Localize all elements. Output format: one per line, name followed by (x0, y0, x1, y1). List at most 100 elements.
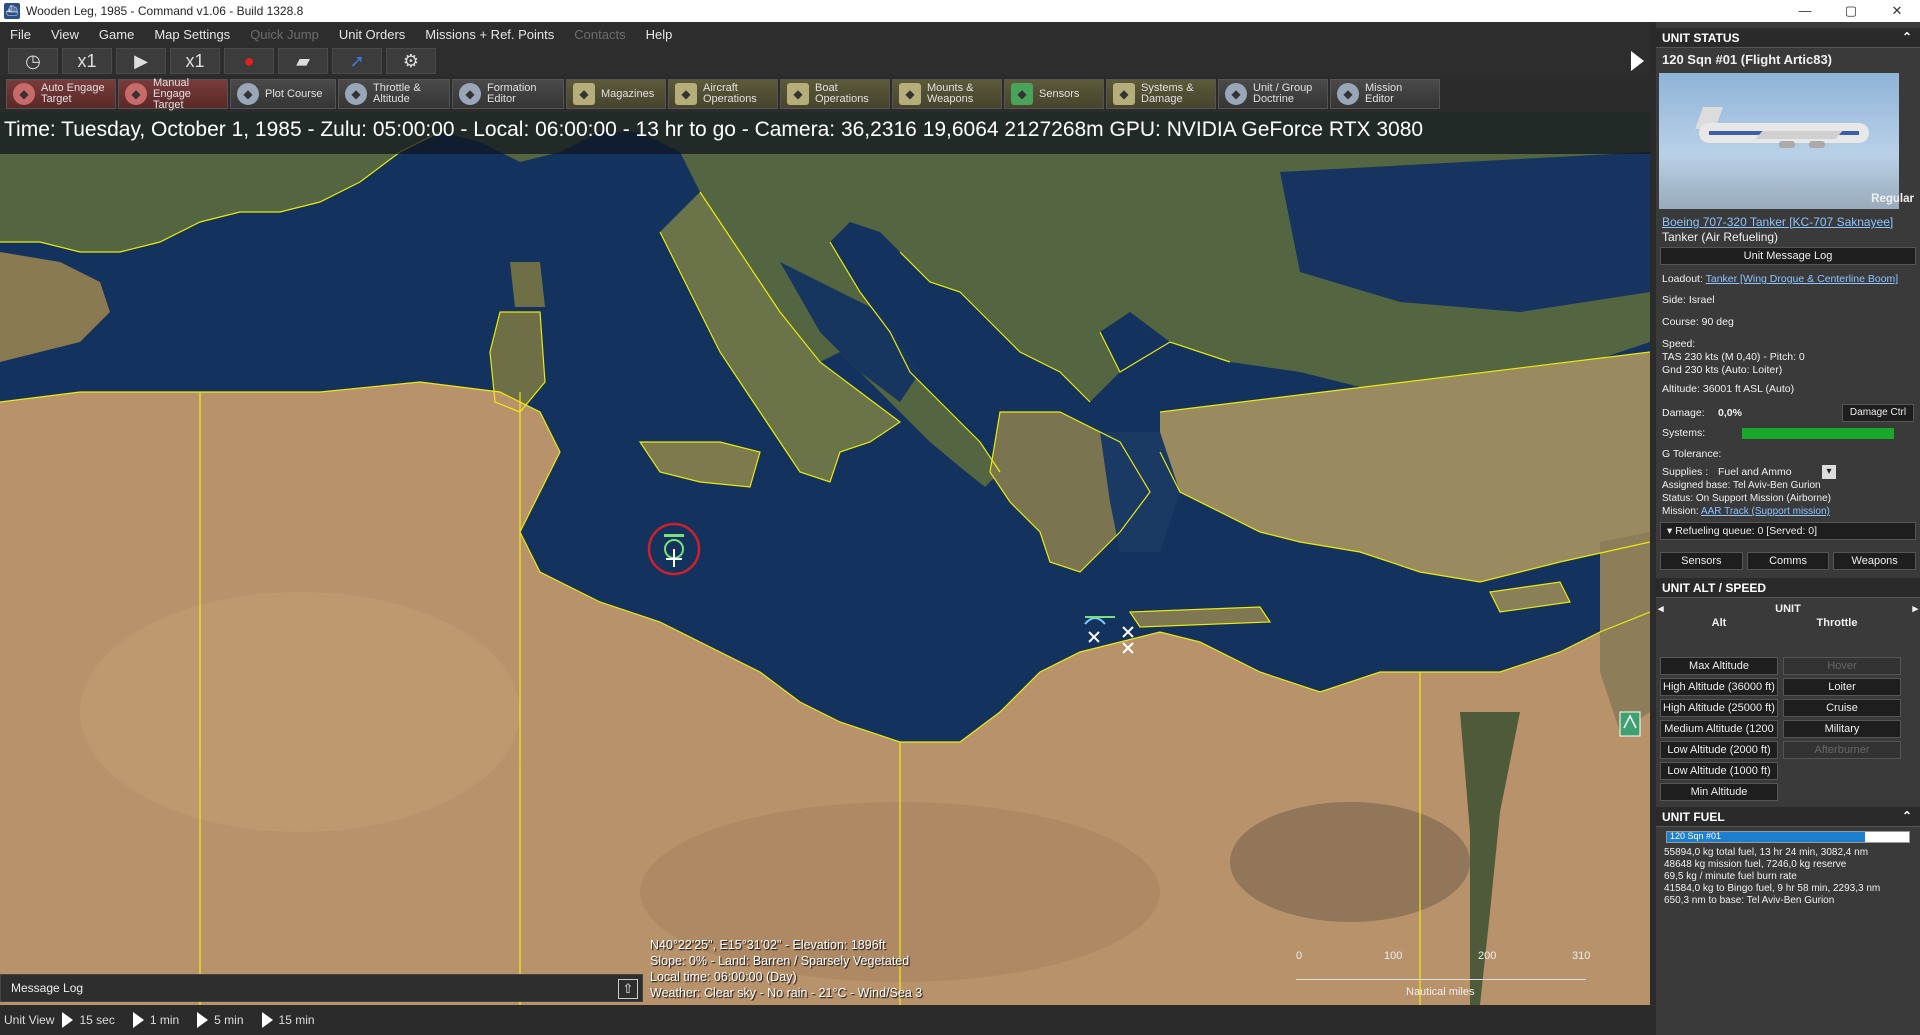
collapse-icon[interactable]: ⌃ (1902, 30, 1912, 44)
menu-missions[interactable]: Missions + Ref. Points (415, 27, 564, 42)
maximize-button[interactable]: ▢ (1828, 0, 1874, 22)
loadout-link[interactable]: Tanker [Wing Drogue & Centerline Boom] (1706, 273, 1899, 285)
close-button[interactable]: ✕ (1874, 0, 1920, 22)
message-log-bar[interactable]: Message Log ⇧ (0, 974, 643, 1002)
menu-game[interactable]: Game (89, 27, 144, 42)
unit-fuel-title: UNIT FUEL (1662, 809, 1725, 824)
clock-icon: ◷ (25, 50, 41, 71)
step-speed-button[interactable]: x1 (170, 48, 220, 74)
menu-help[interactable]: Help (636, 27, 683, 42)
alt-column-label: Alt (1711, 617, 1727, 629)
altitude-preset-button[interactable]: High Altitude (36000 ft) (1660, 678, 1778, 696)
cursor-info: N40°22'25", E15°31'02" - Elevation: 1896… (650, 937, 970, 1001)
step-5min-button[interactable]: 5 min (197, 1012, 244, 1028)
jump-button[interactable]: ➚ (332, 48, 382, 74)
speed-label: Speed: (1662, 338, 1696, 350)
aircraft-link[interactable]: Boeing 707-320 Tanker [KC-707 Saknayee] (1656, 216, 1920, 229)
toolbar-button-label: Mission Editor (1365, 83, 1402, 105)
toolbar-label-line2: Weapons (927, 93, 974, 105)
unit-role: Tanker (Air Refueling) (1662, 230, 1779, 244)
settings-button[interactable]: ⚙ (386, 48, 436, 74)
refueling-queue-dropdown[interactable]: ▾ Refueling queue: 0 [Served: 0] (1660, 522, 1916, 540)
unit-view-label[interactable]: Unit View (4, 1013, 54, 1027)
window-controls: — ▢ ✕ (1782, 0, 1920, 22)
toolbar-button-12[interactable]: ◆ Mission Editor (1330, 79, 1440, 109)
ramp-button[interactable]: ▰ (278, 48, 328, 74)
menu-view[interactable]: View (41, 27, 89, 42)
toolbar-label-line2: Altitude (373, 93, 410, 105)
toolbar-button-label: Systems & Damage (1141, 83, 1194, 105)
tab-weapons[interactable]: Weapons (1833, 552, 1917, 570)
altitude-preset-button[interactable]: Low Altitude (1000 ft) (1660, 762, 1778, 780)
toolbar-button-5[interactable]: ◆ Magazines (566, 79, 666, 109)
altitude-preset-button[interactable]: Medium Altitude (1200 (1660, 720, 1778, 738)
toolbar-button-4[interactable]: ◆ Formation Editor (452, 79, 564, 109)
fuel-bar: 120 Sqn #01 (1666, 831, 1910, 843)
time-status-line: Time: Tuesday, October 1, 1985 - Zulu: 0… (0, 112, 1650, 154)
mission-link[interactable]: AAR Track (Support mission) (1701, 506, 1830, 517)
time-compression-display[interactable]: x1 (62, 48, 112, 74)
play-button[interactable]: ▶ (116, 48, 166, 74)
toolbar-button-11[interactable]: ◆ Unit / Group Doctrine (1218, 79, 1328, 109)
throttle-preset-button[interactable]: Afterburner (1783, 741, 1901, 759)
altitude-preset-button[interactable]: Min Altitude (1660, 783, 1778, 801)
unit-fuel-header[interactable]: UNIT FUEL ⌃ (1656, 807, 1920, 827)
damage-control-button[interactable]: Damage Ctrl (1842, 404, 1914, 422)
proficiency: Regular (1871, 193, 1914, 205)
menu-unit-orders[interactable]: Unit Orders (329, 27, 415, 42)
unit-name: 120 Sqn #01 (Flight Artic83) (1662, 52, 1833, 67)
tab-comms[interactable]: Comms (1746, 552, 1830, 570)
arrow-icon: ➚ (349, 50, 365, 71)
supplies-checkbox[interactable]: ▾ (1822, 465, 1836, 479)
altitude-preset-button[interactable]: Low Altitude (2000 ft) (1660, 741, 1778, 759)
panel-toggle-button[interactable] (1624, 46, 1650, 76)
chevron-right-icon[interactable]: ▸ (1912, 602, 1918, 615)
menu-quick-jump[interactable]: Quick Jump (240, 27, 329, 42)
throttle-preset-button[interactable]: Hover (1783, 657, 1901, 675)
toolbar-button-9[interactable]: ◆ Sensors (1004, 79, 1104, 109)
menu-file[interactable]: File (0, 27, 41, 42)
toolbar-button-6[interactable]: ◆ Aircraft Operations (668, 79, 778, 109)
minimize-button[interactable]: — (1782, 0, 1828, 22)
altitude-preset-button[interactable]: Max Altitude (1660, 657, 1778, 675)
throttle-column-label: Throttle (1816, 617, 1858, 629)
altitude-preset-button[interactable]: High Altitude (25000 ft) (1660, 699, 1778, 717)
throttle-preset-button[interactable]: Loiter (1783, 678, 1901, 696)
toolbar-button-7[interactable]: ◆ Boat Operations (780, 79, 890, 109)
throttle-preset-button[interactable]: Cruise (1783, 699, 1901, 717)
toolbar-button-8[interactable]: ◆ Mounts & Weapons (892, 79, 1002, 109)
menu-map-settings[interactable]: Map Settings (144, 27, 240, 42)
toolbar-button-0[interactable]: ◆ Auto Engage Target (6, 79, 116, 109)
supplies-label: Supplies : (1662, 465, 1709, 478)
unit-status-header[interactable]: UNIT STATUS ⌃ (1656, 28, 1920, 48)
record-icon: ● (243, 50, 255, 71)
toolbar-button-label: Sensors (1039, 88, 1079, 100)
toolbar-button-3[interactable]: ◆ Throttle & Altitude (338, 79, 450, 109)
crosshair-icon: ◆ (13, 83, 35, 105)
alt-speed-header[interactable]: UNIT ALT / SPEED (1656, 578, 1920, 598)
step-15min-button[interactable]: 15 min (261, 1012, 315, 1028)
base-marker[interactable] (1619, 711, 1641, 737)
unit-tabs: Sensors Comms Weapons (1660, 552, 1917, 570)
aircraft-icon: ◆ (675, 83, 697, 105)
toolbar-button-10[interactable]: ◆ Systems & Damage (1106, 79, 1216, 109)
scale-label-310: 310 (1572, 950, 1591, 962)
clock-button[interactable]: ◷ (8, 48, 58, 74)
tab-sensors[interactable]: Sensors (1660, 552, 1743, 570)
chevron-left-icon[interactable]: ◂ (1658, 602, 1664, 615)
toolbar-button-2[interactable]: ◆ Plot Course (230, 79, 336, 109)
step-1min-button[interactable]: 1 min (132, 1012, 179, 1028)
expand-log-button[interactable]: ⇧ (618, 979, 638, 999)
toolbar-button-1[interactable]: ◆ Manual Engage Target (118, 77, 228, 110)
map-view[interactable] (0, 112, 1650, 1005)
toolbar-label-line2: Operations (703, 93, 757, 105)
throttle-preset-button[interactable]: Military (1783, 720, 1901, 738)
record-button[interactable]: ● (224, 48, 274, 74)
unit-message-log-button[interactable]: Unit Message Log (1660, 247, 1916, 265)
systems-icon: ◆ (1113, 83, 1135, 105)
collapse-icon[interactable]: ⌃ (1902, 809, 1912, 823)
menu-contacts[interactable]: Contacts (564, 27, 635, 42)
loadout: Loadout: Tanker [Wing Drogue & Centerlin… (1656, 273, 1920, 286)
step-15sec-button[interactable]: 15 sec (62, 1012, 115, 1028)
bottom-bar: Unit View 15 sec 1 min 5 min 15 min (0, 1005, 1650, 1035)
